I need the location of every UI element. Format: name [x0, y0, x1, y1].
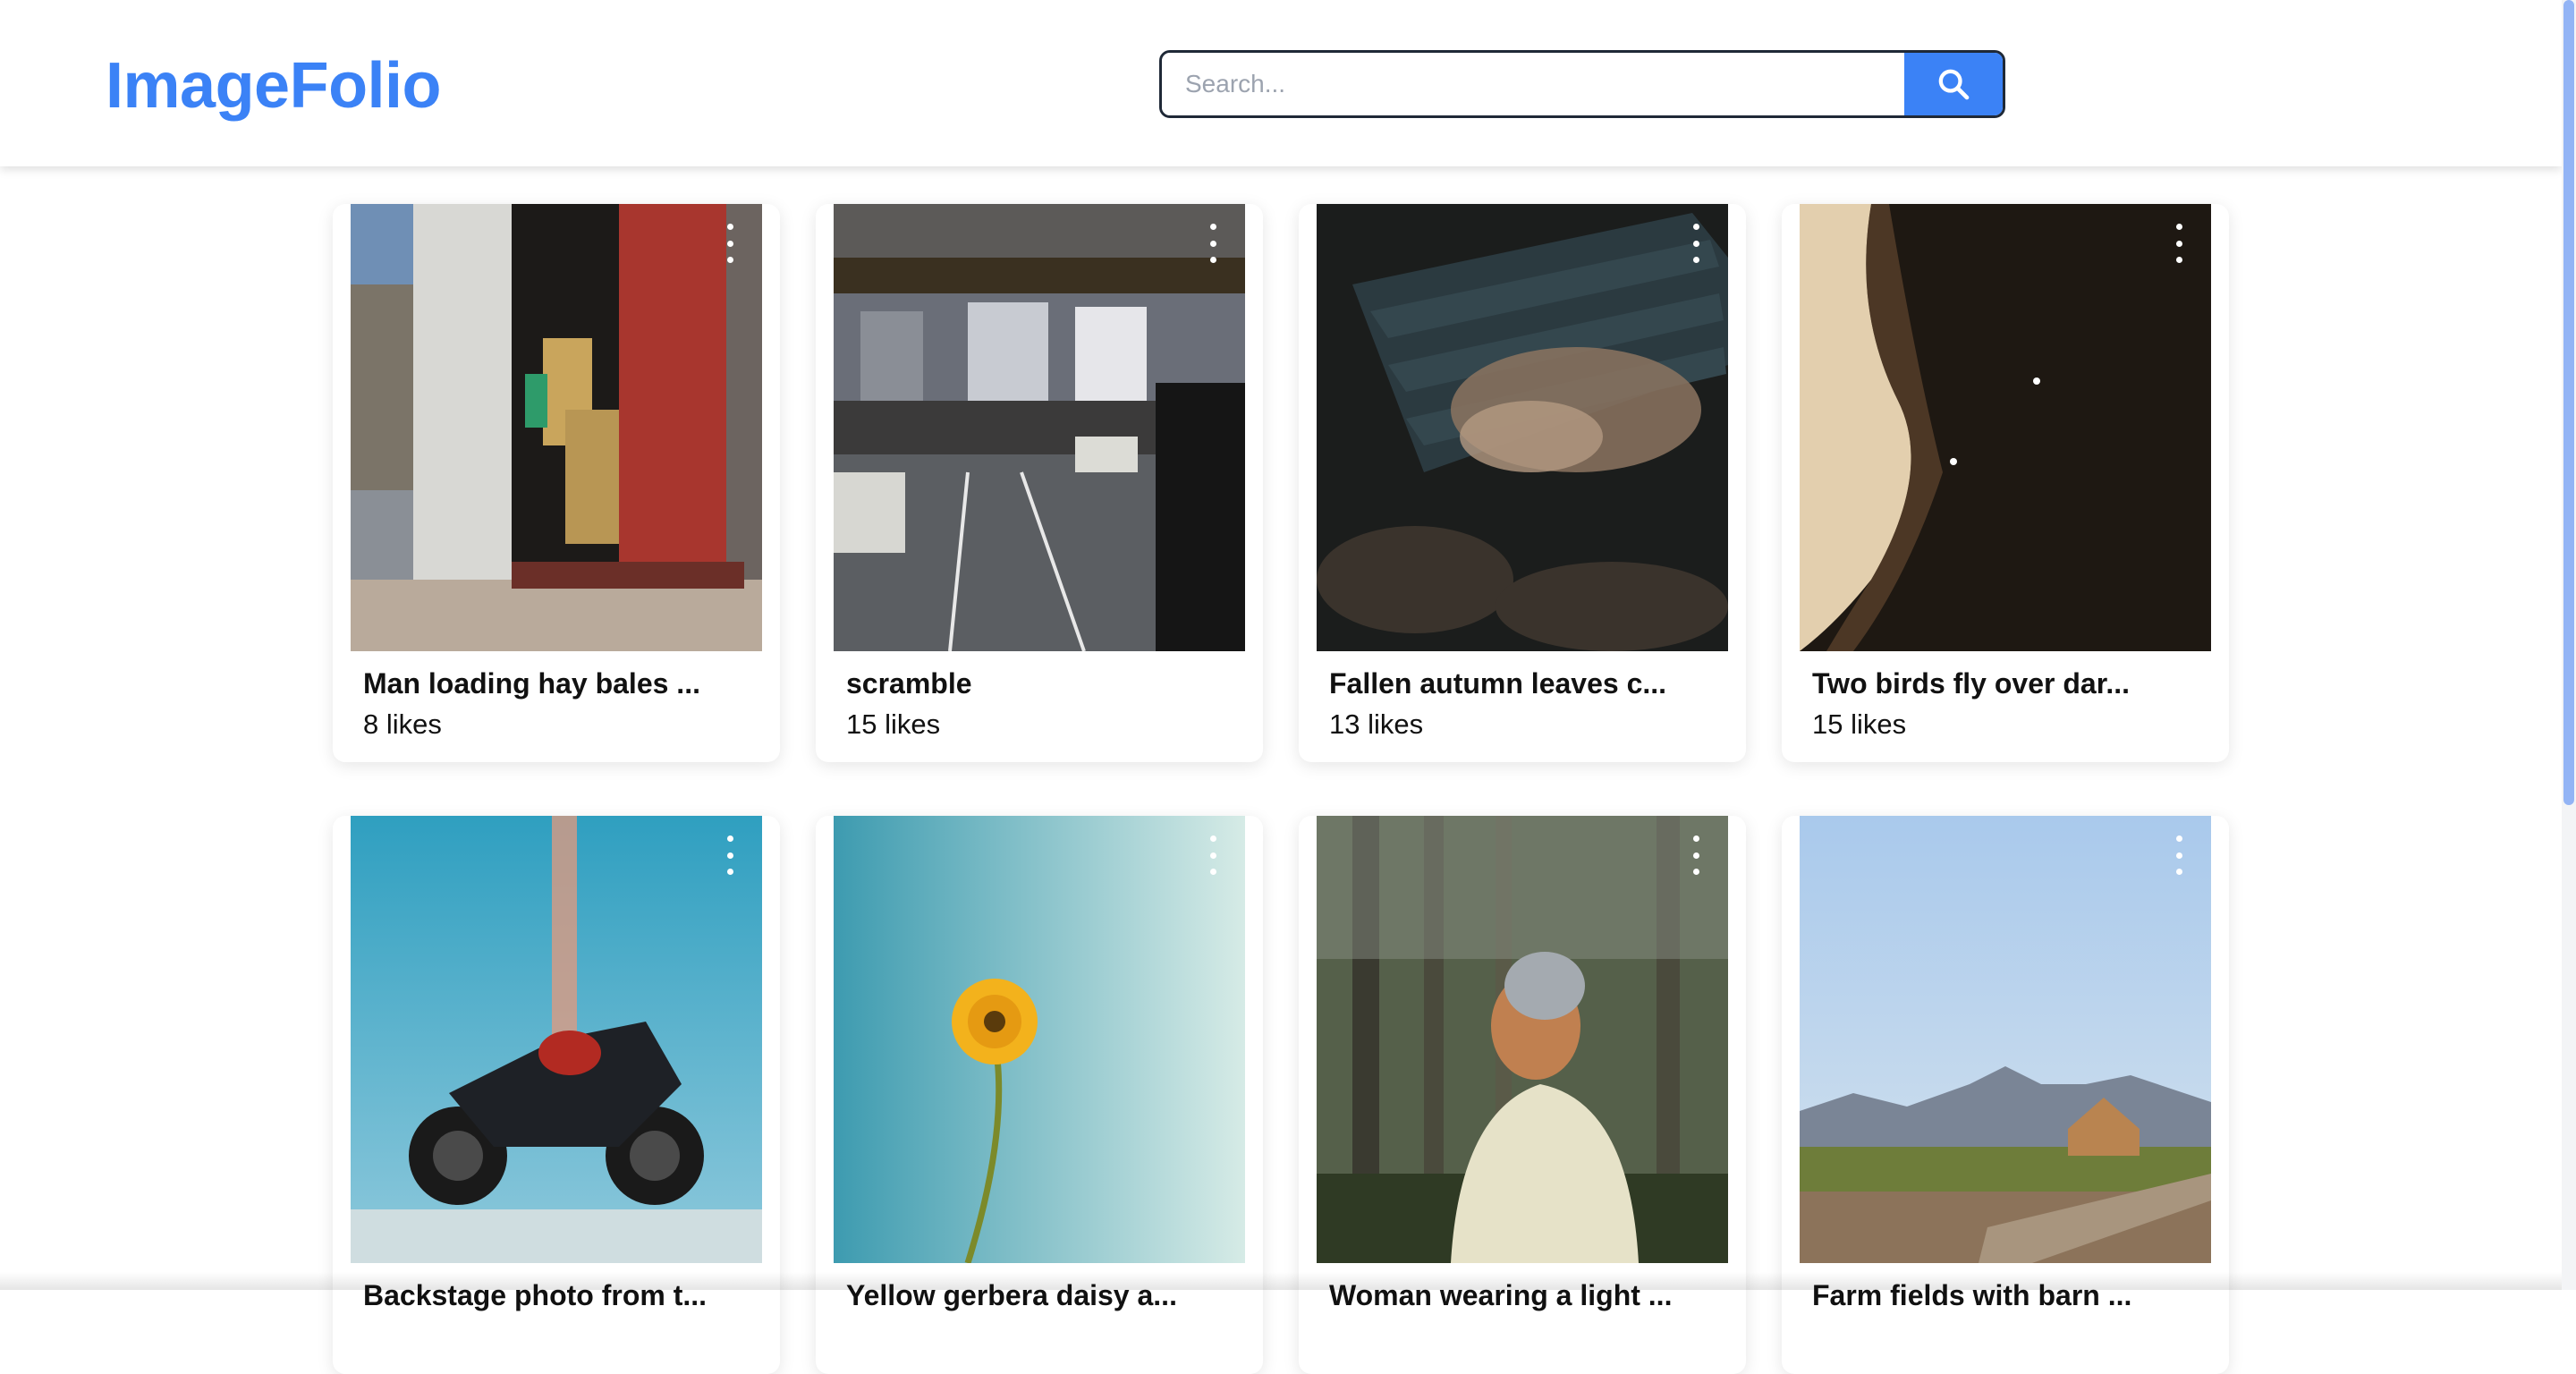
card-title[interactable]: Two birds fly over dar...	[1812, 666, 2199, 701]
image-card[interactable]: Woman wearing a light ...	[1299, 816, 1746, 1374]
card-image[interactable]	[834, 816, 1245, 1263]
search-icon	[1936, 66, 1971, 102]
card-menu-button[interactable]	[2168, 224, 2190, 263]
card-menu-button[interactable]	[719, 835, 741, 875]
card-image[interactable]	[1800, 816, 2211, 1263]
search-input[interactable]	[1162, 53, 1904, 115]
image-card[interactable]: Man loading hay bales ... 8 likes	[333, 204, 780, 762]
card-menu-button[interactable]	[1685, 224, 1707, 263]
app-logo[interactable]: ImageFolio	[106, 48, 441, 123]
card-menu-button[interactable]	[1685, 835, 1707, 875]
card-image[interactable]	[1800, 204, 2211, 651]
more-vertical-icon	[727, 835, 733, 842]
photo-woman-forest	[1317, 816, 1728, 1263]
more-vertical-icon	[1210, 835, 1216, 842]
card-image[interactable]	[834, 204, 1245, 651]
more-vertical-icon	[1693, 835, 1699, 842]
card-image[interactable]	[351, 816, 762, 1263]
more-vertical-icon	[1210, 224, 1216, 230]
more-vertical-icon	[2176, 224, 2182, 230]
card-image[interactable]	[351, 204, 762, 651]
photo-man-loading-hay	[351, 204, 762, 651]
card-likes: 15 likes	[846, 707, 1233, 742]
card-menu-button[interactable]	[719, 224, 741, 263]
card-title[interactable]: Fallen autumn leaves c...	[1329, 666, 1716, 701]
image-card[interactable]: Farm fields with barn ...	[1782, 816, 2229, 1374]
photo-birds-dark-water	[1800, 204, 2211, 651]
photo-scramble	[834, 204, 1245, 651]
card-title[interactable]: scramble	[846, 666, 1233, 701]
more-vertical-icon	[727, 224, 733, 230]
card-image[interactable]	[1317, 816, 1728, 1263]
page-scrollbar[interactable]	[2562, 0, 2576, 1290]
search-bar	[1159, 50, 2005, 118]
card-likes: 13 likes	[1329, 707, 1716, 742]
app-header: ImageFolio	[0, 0, 2562, 166]
photo-farm-barn	[1800, 816, 2211, 1263]
more-vertical-icon	[1693, 224, 1699, 230]
image-card[interactable]: Backstage photo from t...	[333, 816, 780, 1374]
photo-motorcycle	[351, 816, 762, 1263]
image-card[interactable]: scramble 15 likes	[816, 204, 1263, 762]
photo-yellow-gerbera	[834, 816, 1245, 1263]
image-card[interactable]: Yellow gerbera daisy a...	[816, 816, 1263, 1374]
photo-autumn-leaves	[1317, 204, 1728, 651]
card-menu-button[interactable]	[2168, 835, 2190, 875]
image-card[interactable]: Two birds fly over dar... 15 likes	[1782, 204, 2229, 762]
search-button[interactable]	[1904, 53, 2003, 115]
card-likes: 8 likes	[363, 707, 750, 742]
card-title[interactable]: Man loading hay bales ...	[363, 666, 750, 701]
card-likes: 15 likes	[1812, 707, 2199, 742]
card-menu-button[interactable]	[1202, 835, 1224, 875]
card-menu-button[interactable]	[1202, 224, 1224, 263]
more-vertical-icon	[2176, 835, 2182, 842]
scrollbar-thumb[interactable]	[2563, 0, 2574, 805]
image-card[interactable]: Fallen autumn leaves c... 13 likes	[1299, 204, 1746, 762]
card-image[interactable]	[1317, 204, 1728, 651]
image-grid: Man loading hay bales ... 8 likes	[333, 204, 2229, 1374]
viewport-bottom-shadow	[0, 1272, 2562, 1290]
